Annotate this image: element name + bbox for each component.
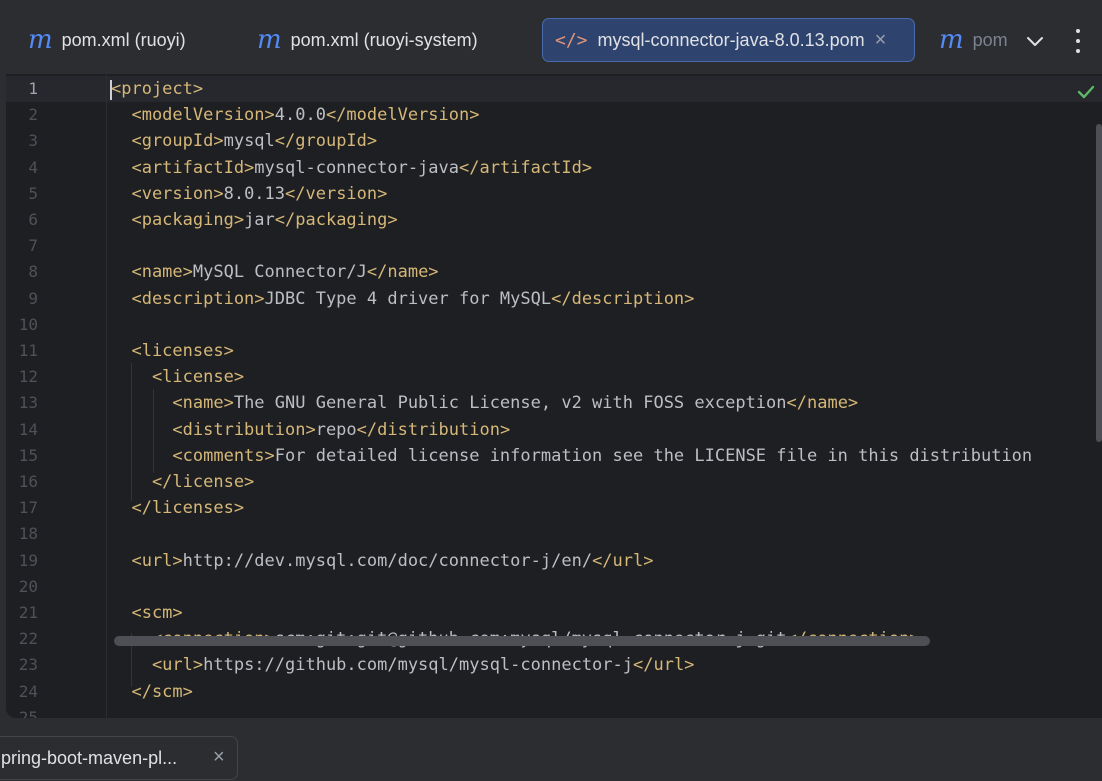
code-line: <scm> <box>111 600 183 626</box>
maven-m-icon: m <box>28 25 53 55</box>
tab-pom-ruoyi[interactable]: m pom.xml (ruoyi) <box>28 18 186 62</box>
xml-text: repo <box>315 419 357 440</box>
xml-tag: <project> <box>111 79 204 99</box>
code-line: </licenses> <box>111 495 244 521</box>
xml-text: mysql-connector-java <box>254 157 459 178</box>
code-line: </license> <box>111 469 254 495</box>
tab-label: pom <box>972 29 1008 50</box>
xml-tag: <name> <box>111 262 193 283</box>
xml-text: JDBC Type 4 driver for MySQL <box>264 288 552 309</box>
code-line: <artifactId>mysql-connector-java</artifa… <box>111 155 592 181</box>
xml-tag: </modelVersion> <box>325 105 480 126</box>
xml-tag: </license> <box>111 472 255 492</box>
code-line: <distribution>repo</distribution> <box>111 417 510 443</box>
chevron-down-icon[interactable] <box>1024 30 1046 52</box>
xml-tag: <modelVersion> <box>111 105 275 126</box>
tab-label: pom.xml (ruoyi-system) <box>290 29 478 50</box>
code-line: <comments>For detailed license informati… <box>111 443 1032 469</box>
code-line: <licenses> <box>111 338 234 364</box>
code-line: <project> <box>111 76 203 102</box>
code-line: <version>8.0.13</version> <box>111 181 387 207</box>
xml-tag: </artifactId> <box>459 157 593 178</box>
xml-text: jar <box>244 210 275 230</box>
xml-tag: <comments> <box>111 445 275 466</box>
xml-text: The GNU General Public License, v2 with … <box>233 393 787 414</box>
xml-tag: <artifactId> <box>111 157 255 178</box>
code-line: <license> <box>111 364 244 390</box>
inspection-ok-check-icon[interactable] <box>1076 82 1096 102</box>
editor-tab-bar: m pom.xml (ruoyi) m pom.xml (ruoyi-syste… <box>6 6 1102 74</box>
xml-tag: <description> <box>111 288 265 309</box>
maven-m-icon: m <box>939 25 964 55</box>
close-icon[interactable]: × <box>875 29 887 52</box>
code-line: <packaging>jar</packaging> <box>111 207 398 233</box>
xml-tag: </url> <box>633 655 695 676</box>
xml-tag: </packaging> <box>274 210 398 230</box>
xml-tag: </description> <box>551 288 695 309</box>
xml-tag: <distribution> <box>111 419 316 440</box>
tab-pom-ruoyi-system[interactable]: m pom.xml (ruoyi-system) <box>257 18 478 62</box>
code-line: <url>https://github.com/mysql/mysql-conn… <box>111 652 694 678</box>
xml-tag: <version> <box>111 183 224 204</box>
tab-pom-overflow[interactable]: m pom <box>939 18 1009 62</box>
code-line: <name>The GNU General Public License, v2… <box>111 390 858 416</box>
xml-tag: </url> <box>592 550 654 571</box>
bottom-tab-label: pring-boot-maven-pl... <box>1 747 178 768</box>
xml-tag: </version> <box>285 183 388 204</box>
xml-tag: <name> <box>111 393 234 414</box>
code-line: <groupId>mysql</groupId> <box>111 128 377 154</box>
code-line: <url>http://dev.mysql.com/doc/connector-… <box>111 548 653 574</box>
xml-tag: </name> <box>786 393 859 414</box>
close-icon[interactable]: × <box>213 746 225 769</box>
xml-tag: <url> <box>111 655 204 676</box>
xml-tag: </groupId> <box>274 131 378 152</box>
xml-tag: <packaging> <box>111 210 245 230</box>
xml-text: 4.0.0 <box>274 105 326 126</box>
editor-window: m pom.xml (ruoyi) m pom.xml (ruoyi-syste… <box>6 6 1102 718</box>
xml-tag: </licenses> <box>111 498 245 519</box>
code-icon: </> <box>555 29 588 51</box>
code-line: <modelVersion>4.0.0</modelVersion> <box>111 102 479 128</box>
code-area[interactable]: <project> <modelVersion>4.0.0</modelVers… <box>6 74 1102 718</box>
code-line: </scm> <box>111 679 193 705</box>
xml-tag: <scm> <box>111 603 183 623</box>
code-line: <description>JDBC Type 4 driver for MySQ… <box>111 286 694 312</box>
xml-tag: <licenses> <box>111 341 234 361</box>
xml-text: https://github.com/mysql/mysql-connector… <box>203 655 633 676</box>
xml-tag: </distribution> <box>356 419 511 440</box>
vertical-scrollbar[interactable] <box>1096 124 1102 442</box>
maven-m-icon: m <box>257 25 282 55</box>
tab-mysql-connector-pom[interactable]: </> mysql-connector-java-8.0.13.pom × <box>542 18 915 62</box>
xml-tag: <url> <box>111 550 183 571</box>
tab-label: pom.xml (ruoyi) <box>61 29 186 50</box>
more-options-icon[interactable] <box>1069 26 1087 56</box>
xml-tag: <groupId> <box>111 131 224 152</box>
xml-text: MySQL Connector/J <box>192 262 367 283</box>
horizontal-scrollbar[interactable] <box>114 636 930 646</box>
xml-text: http://dev.mysql.com/doc/connector-j/en/ <box>182 550 593 571</box>
xml-text: 8.0.13 <box>223 183 286 204</box>
code-editor[interactable]: 1 2 3 4 5 6 7 8 9 10 11 12 13 14 15 16 17 18 19 20 21 22 23 24 2… <box>6 74 1102 718</box>
xml-text: mysql <box>223 131 275 152</box>
xml-tag: </name> <box>366 262 439 283</box>
xml-tag: <license> <box>111 367 245 388</box>
xml-text: For detailed license information see the… <box>274 445 1033 466</box>
text-caret <box>110 80 112 100</box>
xml-tag: </scm> <box>111 681 193 702</box>
bottom-tab-spring-boot-maven-plugin[interactable]: pring-boot-maven-pl... × <box>0 736 238 780</box>
code-line: <name>MySQL Connector/J</name> <box>111 259 439 285</box>
tab-label: mysql-connector-java-8.0.13.pom <box>597 29 865 50</box>
